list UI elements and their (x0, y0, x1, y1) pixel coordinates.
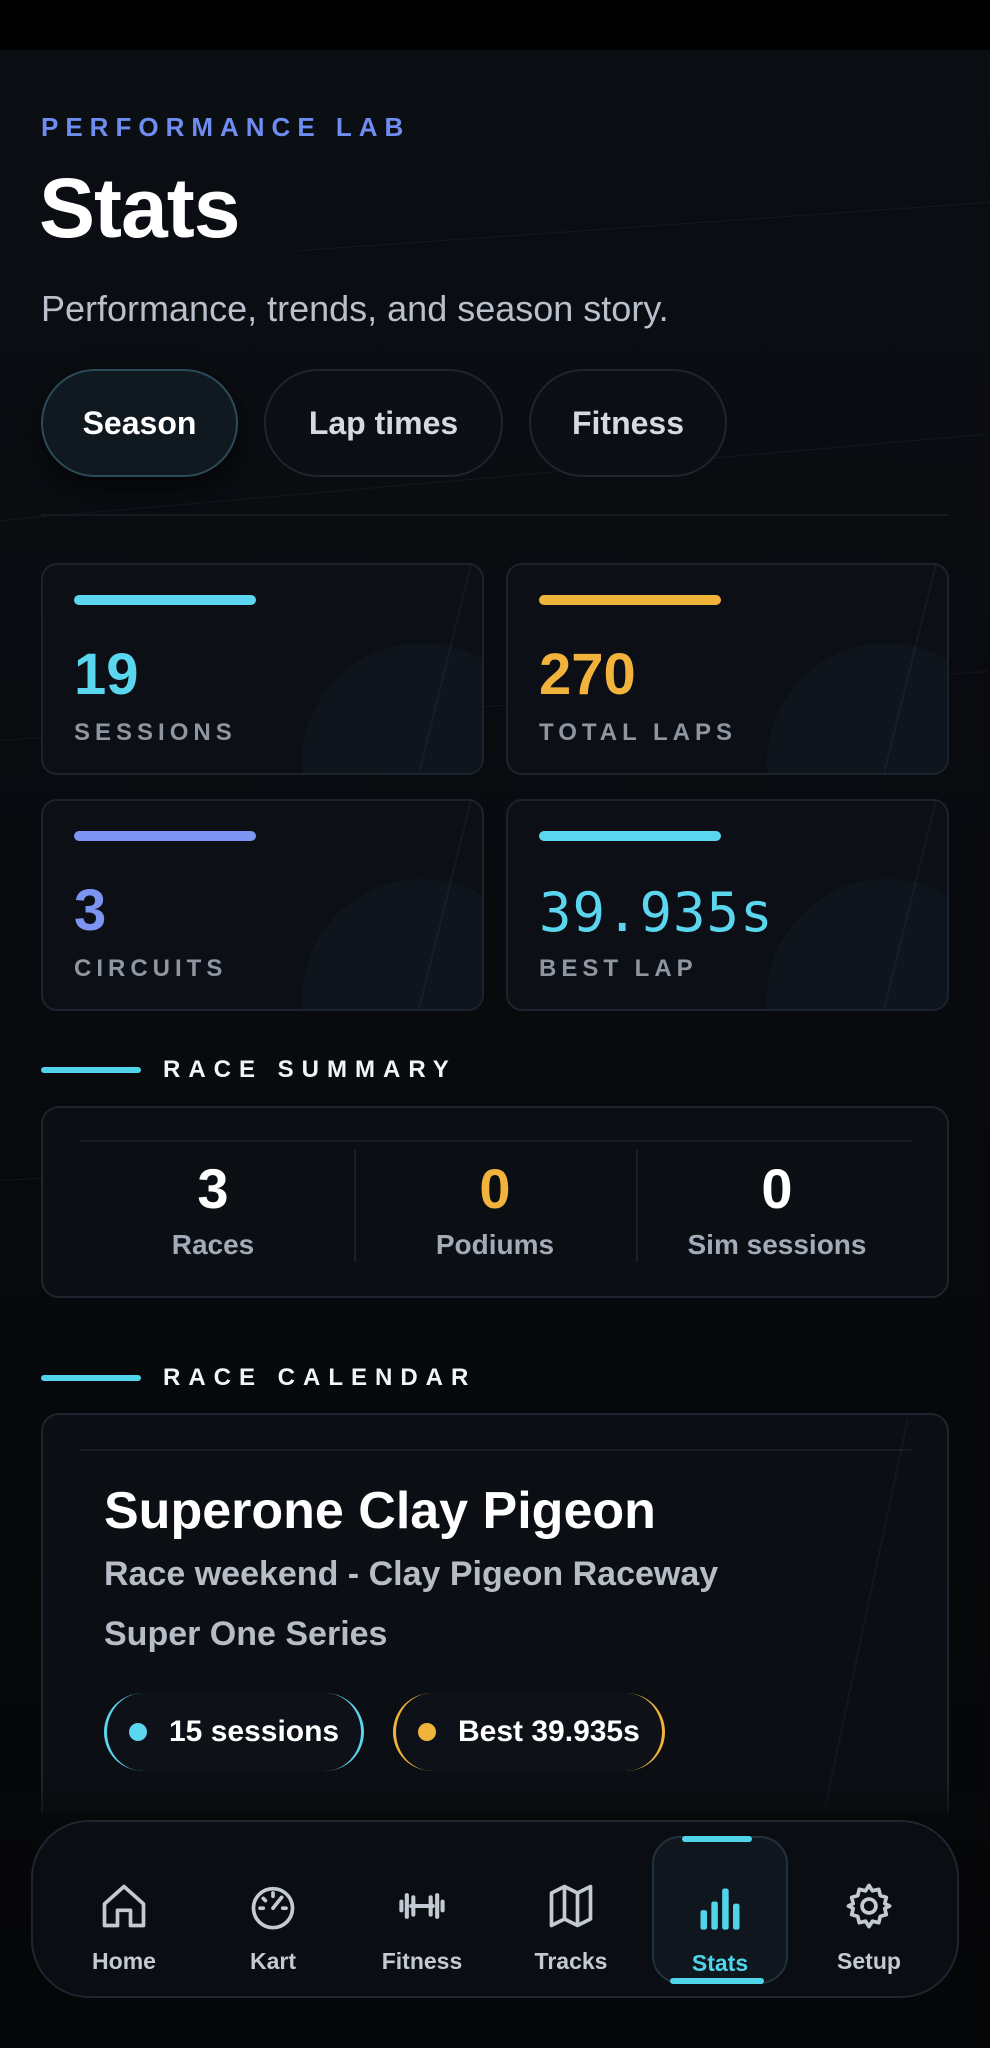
best-lap-pill: Best 39.935s (393, 1693, 665, 1771)
dot-icon (129, 1723, 147, 1741)
nav-label: Stats (691, 1950, 749, 1976)
nav-stats[interactable]: Stats (652, 1836, 788, 1984)
summary-sim-sessions: 0 Sim sessions (637, 1156, 917, 1261)
nav-kart[interactable]: Kart (208, 1836, 338, 1984)
map-icon (549, 1884, 593, 1928)
nav-label: Kart (249, 1948, 296, 1974)
event-subtitle: Race weekend - Clay Pigeon Raceway (104, 1555, 719, 1593)
stat-accent-bar (539, 831, 721, 841)
tab-season[interactable]: Season (41, 369, 238, 477)
page-eyebrow: PERFORMANCE LAB (41, 112, 411, 142)
stat-card-circuits: 3 CIRCUITS (41, 799, 484, 1011)
nav-home[interactable]: Home (59, 1836, 189, 1984)
gear-icon (846, 1883, 892, 1929)
stat-card-sessions: 19 SESSIONS (41, 563, 484, 775)
active-indicator-top (682, 1836, 752, 1842)
section-accent-line (41, 1067, 141, 1073)
stat-value: 39.935s (539, 881, 774, 944)
stat-value: 3 (74, 878, 107, 943)
stat-accent-bar (539, 595, 721, 605)
nav-label: Tracks (534, 1948, 608, 1974)
race-event-card[interactable]: Superone Clay Pigeon Race weekend - Clay… (41, 1413, 949, 1813)
dumbbell-icon (399, 1893, 445, 1919)
stat-label: BEST LAP (539, 955, 698, 982)
race-summary-card: 3 Races 0 Podiums 0 Sim sessions (41, 1106, 949, 1298)
stat-accent-bar (74, 595, 256, 605)
home-icon (102, 1884, 146, 1928)
nav-tracks[interactable]: Tracks (506, 1836, 636, 1984)
page-subtitle: Performance, trends, and season story. (41, 288, 669, 329)
summary-podiums: 0 Podiums (355, 1156, 635, 1261)
section-title: RACE CALENDAR (163, 1364, 477, 1391)
sessions-pill: 15 sessions (104, 1693, 365, 1771)
stat-label: CIRCUITS (74, 955, 228, 982)
summary-label: Podiums (435, 1229, 555, 1260)
stat-accent-bar (74, 831, 256, 841)
stat-label: SESSIONS (74, 719, 237, 746)
pill-label: 15 sessions (169, 1715, 340, 1748)
bottom-nav: Home Kart Fitness Tracks Stats Setup (31, 1820, 959, 1998)
tab-divider (41, 514, 949, 516)
event-series: Super One Series (104, 1615, 388, 1653)
tab-fitness[interactable]: Fitness (529, 369, 727, 477)
summary-label: Races (171, 1229, 255, 1260)
stat-card-total-laps: 270 TOTAL LAPS (506, 563, 949, 775)
active-indicator-bottom (670, 1978, 764, 1984)
stat-label: TOTAL LAPS (539, 719, 738, 746)
nav-label: Home (92, 1948, 156, 1974)
nav-fitness[interactable]: Fitness (357, 1836, 487, 1984)
event-title: Superone Clay Pigeon (104, 1482, 656, 1540)
page-title: Stats (39, 161, 240, 255)
section-header-race-calendar: RACE CALENDAR (41, 1358, 476, 1398)
nav-label: Setup (837, 1948, 901, 1974)
pill-label: Best 39.935s (458, 1715, 640, 1748)
summary-races: 3 Races (73, 1156, 353, 1261)
dot-icon (418, 1723, 436, 1741)
bar-chart-icon (700, 1888, 740, 1930)
nav-label: Fitness (381, 1948, 463, 1974)
summary-label: Sim sessions (687, 1229, 867, 1260)
speedometer-icon (251, 1886, 295, 1930)
stat-value: 19 (74, 642, 139, 707)
tab-lap-times[interactable]: Lap times (264, 369, 503, 477)
stat-value: 270 (539, 642, 636, 707)
section-header-race-summary: RACE SUMMARY (41, 1050, 457, 1090)
summary-value: 0 (479, 1157, 511, 1220)
section-accent-line (41, 1375, 141, 1381)
status-bar (0, 0, 990, 50)
section-title: RACE SUMMARY (163, 1056, 457, 1083)
summary-value: 3 (197, 1157, 229, 1220)
stat-card-best-lap: 39.935s BEST LAP (506, 799, 949, 1011)
nav-setup[interactable]: Setup (804, 1836, 934, 1984)
summary-value: 0 (761, 1157, 793, 1220)
